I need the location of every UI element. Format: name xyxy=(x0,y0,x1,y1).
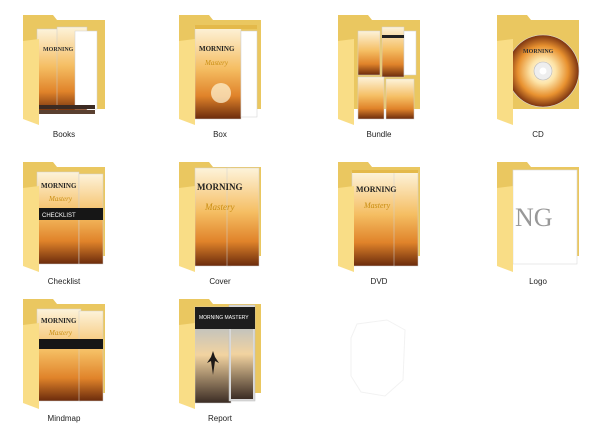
folder-label: Bundle xyxy=(366,130,392,139)
book-stack xyxy=(36,26,98,114)
cover-title: MORNING xyxy=(199,45,235,53)
folder-books[interactable]: MORNING Books xyxy=(9,11,119,151)
folder-logo[interactable]: NG Logo xyxy=(483,158,593,298)
cover-title: MORNING xyxy=(197,182,243,192)
cover-subtitle: Mastery xyxy=(48,329,73,337)
folder-icon: MORNING Mastery xyxy=(338,162,420,272)
cover-title: MORNING xyxy=(41,182,77,190)
folder-checklist[interactable]: MORNING Mastery CHECKLIST Checklist xyxy=(9,158,119,298)
folder-icon: MORNING Mastery CHECKLIST xyxy=(23,162,105,272)
logo-letters: NG xyxy=(515,203,553,232)
cover-title: MORNING xyxy=(43,47,74,53)
blank-file-icon xyxy=(350,319,406,397)
folder-mindmap[interactable]: MORNING Mastery Mindmap xyxy=(9,295,119,435)
folder-icon: MORNING Mastery xyxy=(23,299,105,409)
folder-box[interactable]: MORNING Mastery Box xyxy=(165,11,275,151)
checklist-word: CHECKLIST xyxy=(42,213,76,219)
folder-dvd[interactable]: MORNING Mastery DVD xyxy=(324,158,434,298)
folder-label: Checklist xyxy=(47,277,81,286)
folder-cd[interactable]: MORNING CD xyxy=(483,11,593,151)
cover-subtitle: Mastery xyxy=(363,201,391,210)
folder-label: Books xyxy=(52,130,76,139)
cd-title: MORNING xyxy=(523,49,554,55)
folder-icon: MORNING xyxy=(497,15,580,125)
cover-subtitle: Mastery xyxy=(204,202,235,212)
folder-label: CD xyxy=(532,130,544,139)
cover-subtitle: Mastery xyxy=(48,195,73,203)
cover-title: MORNING xyxy=(356,185,396,194)
folder-icon: MORNING Mastery xyxy=(179,15,261,125)
folder-icon: NG xyxy=(497,162,579,272)
folder-label: Cover xyxy=(209,277,231,286)
cd-disc xyxy=(506,34,580,108)
folder-label: Logo xyxy=(529,277,547,286)
folder-label: Report xyxy=(207,414,232,423)
folder-label: Mindmap xyxy=(47,414,81,423)
folder-bundle[interactable]: Bundle xyxy=(324,11,434,151)
cover-subtitle: Mastery xyxy=(204,59,229,67)
box-product xyxy=(194,25,258,120)
folder-icon xyxy=(338,15,420,125)
bundle-items xyxy=(357,26,417,120)
cover-title: MORNING xyxy=(41,317,77,325)
folder-label: DVD xyxy=(370,277,388,286)
folder-label: Box xyxy=(213,130,227,139)
report-title: MORNING MASTERY xyxy=(199,315,249,321)
folder-cover[interactable]: MORNING Mastery Cover xyxy=(165,158,275,298)
folder-report[interactable]: MORNING MASTERY Report xyxy=(165,295,275,435)
folder-icon: MORNING MASTERY xyxy=(179,299,261,409)
folder-icon: MORNING xyxy=(23,15,105,125)
folder-icon: MORNING Mastery xyxy=(179,162,261,272)
